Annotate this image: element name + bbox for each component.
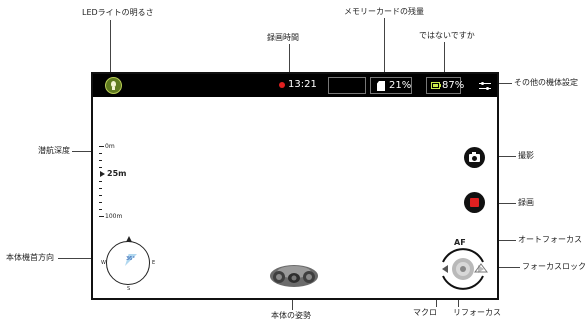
compass-east: E — [152, 260, 156, 266]
sd-card-icon — [377, 81, 385, 91]
heading-arrow-icon — [126, 236, 132, 242]
leader-line — [289, 44, 290, 74]
drone-attitude-icon — [270, 265, 318, 287]
af-label: AF — [454, 238, 466, 247]
battery-tip — [440, 84, 441, 87]
current-depth: 25m — [107, 169, 127, 178]
focus-lock-label: フォーカスロック — [522, 262, 586, 271]
drone-control-screen: 13:21 21% 87% 0m 25m 100m 36° W E S AF — [91, 72, 499, 300]
battery-label: ではないですか — [419, 31, 475, 40]
focus-control-dial[interactable]: AF — [435, 238, 491, 296]
record-label: 録画 — [518, 198, 534, 207]
memory-percent: 21% — [389, 80, 412, 91]
recording-time: 13:21 — [288, 79, 317, 90]
record-square-icon — [470, 198, 479, 207]
record-button[interactable] — [464, 192, 485, 213]
depth-bottom-label: 100m — [105, 213, 123, 220]
dive-depth-label: 潜航深度 — [38, 146, 70, 155]
battery-status: 87% — [426, 77, 465, 94]
led-brightness-label: LEDライトの明るさ — [82, 8, 154, 17]
status-slot-empty — [328, 77, 366, 94]
macro-label: マクロ — [413, 308, 437, 317]
leader-line — [384, 18, 385, 74]
recording-dot-icon — [279, 82, 285, 88]
attitude-label: 本体の姿勢 — [271, 311, 311, 320]
depth-top-label: 0m — [105, 143, 115, 150]
leader-line — [444, 42, 445, 74]
photo-label: 撮影 — [518, 151, 534, 160]
settings-sliders-icon[interactable] — [479, 80, 491, 92]
leader-line — [110, 20, 111, 74]
battery-percent: 87% — [442, 80, 465, 91]
lightbulb-base-icon — [112, 87, 115, 90]
autofocus-label: オートフォーカス — [518, 235, 582, 244]
heading-compass: 36° W E S — [101, 236, 155, 292]
refocus-label: リフォーカス — [453, 308, 501, 317]
heading-label: 本体機首方向 — [6, 253, 54, 262]
other-settings-label: その他の機体設定 — [514, 78, 578, 87]
top-status-bar: 13:21 21% 87% — [93, 74, 497, 97]
recording-time-label: 録画時間 — [267, 33, 299, 42]
depth-pointer-icon — [100, 171, 105, 177]
photo-button[interactable] — [464, 147, 485, 168]
compass-south: S — [127, 286, 131, 292]
memory-remaining-label: メモリーカードの残量 — [344, 7, 424, 16]
focus-ring-icon — [442, 248, 488, 290]
memory-card-status: 21% — [370, 77, 412, 94]
led-brightness-button[interactable] — [105, 77, 122, 94]
battery-icon — [431, 82, 440, 89]
depth-scale: 0m 25m 100m — [99, 143, 149, 221]
heading-degrees: 36° — [126, 256, 135, 262]
compass-west: W — [101, 260, 106, 266]
